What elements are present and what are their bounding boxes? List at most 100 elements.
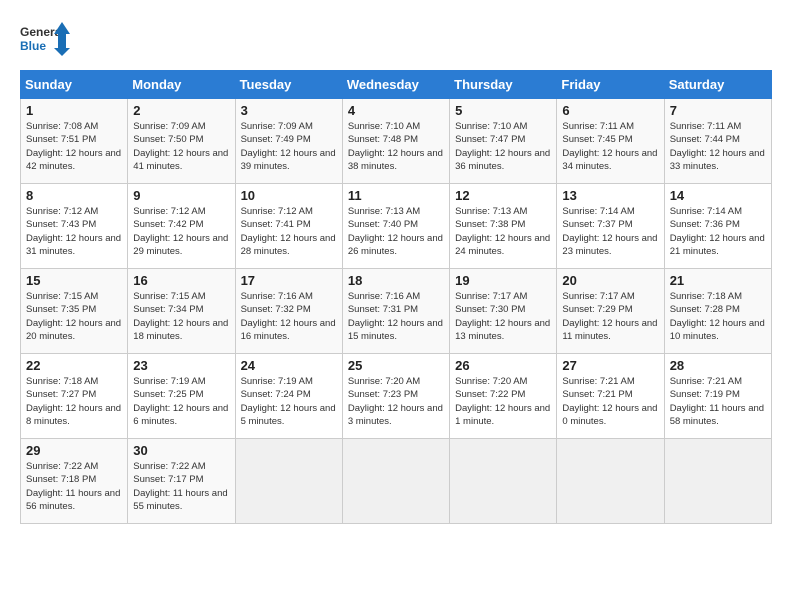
day-info: Sunrise: 7:22 AMSunset: 7:17 PMDaylight:… [133, 461, 227, 512]
day-cell: 2 Sunrise: 7:09 AMSunset: 7:50 PMDayligh… [128, 99, 235, 184]
day-info: Sunrise: 7:22 AMSunset: 7:18 PMDaylight:… [26, 461, 120, 512]
day-info: Sunrise: 7:14 AMSunset: 7:36 PMDaylight:… [670, 206, 765, 257]
day-cell: 6 Sunrise: 7:11 AMSunset: 7:45 PMDayligh… [557, 99, 664, 184]
day-number: 26 [455, 358, 551, 373]
day-cell: 17 Sunrise: 7:16 AMSunset: 7:32 PMDaylig… [235, 269, 342, 354]
day-info: Sunrise: 7:11 AMSunset: 7:44 PMDaylight:… [670, 121, 765, 172]
day-info: Sunrise: 7:19 AMSunset: 7:24 PMDaylight:… [241, 376, 336, 427]
day-cell: 3 Sunrise: 7:09 AMSunset: 7:49 PMDayligh… [235, 99, 342, 184]
day-cell: 11 Sunrise: 7:13 AMSunset: 7:40 PMDaylig… [342, 184, 449, 269]
day-info: Sunrise: 7:21 AMSunset: 7:19 PMDaylight:… [670, 376, 764, 427]
day-number: 5 [455, 103, 551, 118]
col-header-saturday: Saturday [664, 71, 771, 99]
day-number: 14 [670, 188, 766, 203]
week-row-5: 29 Sunrise: 7:22 AMSunset: 7:18 PMDaylig… [21, 439, 772, 524]
day-number: 23 [133, 358, 229, 373]
day-number: 20 [562, 273, 658, 288]
col-header-friday: Friday [557, 71, 664, 99]
day-number: 24 [241, 358, 337, 373]
day-cell: 5 Sunrise: 7:10 AMSunset: 7:47 PMDayligh… [450, 99, 557, 184]
day-cell: 29 Sunrise: 7:22 AMSunset: 7:18 PMDaylig… [21, 439, 128, 524]
day-number: 8 [26, 188, 122, 203]
day-cell: 23 Sunrise: 7:19 AMSunset: 7:25 PMDaylig… [128, 354, 235, 439]
day-number: 25 [348, 358, 444, 373]
col-header-tuesday: Tuesday [235, 71, 342, 99]
day-number: 6 [562, 103, 658, 118]
day-cell: 15 Sunrise: 7:15 AMSunset: 7:35 PMDaylig… [21, 269, 128, 354]
day-cell: 7 Sunrise: 7:11 AMSunset: 7:44 PMDayligh… [664, 99, 771, 184]
day-cell: 19 Sunrise: 7:17 AMSunset: 7:30 PMDaylig… [450, 269, 557, 354]
day-info: Sunrise: 7:15 AMSunset: 7:35 PMDaylight:… [26, 291, 121, 342]
day-info: Sunrise: 7:16 AMSunset: 7:31 PMDaylight:… [348, 291, 443, 342]
day-info: Sunrise: 7:11 AMSunset: 7:45 PMDaylight:… [562, 121, 657, 172]
logo: General Blue [20, 20, 70, 60]
day-number: 10 [241, 188, 337, 203]
day-info: Sunrise: 7:14 AMSunset: 7:37 PMDaylight:… [562, 206, 657, 257]
day-number: 27 [562, 358, 658, 373]
day-number: 4 [348, 103, 444, 118]
week-row-2: 8 Sunrise: 7:12 AMSunset: 7:43 PMDayligh… [21, 184, 772, 269]
day-cell [342, 439, 449, 524]
day-cell: 10 Sunrise: 7:12 AMSunset: 7:41 PMDaylig… [235, 184, 342, 269]
svg-text:Blue: Blue [20, 39, 46, 53]
day-info: Sunrise: 7:12 AMSunset: 7:41 PMDaylight:… [241, 206, 336, 257]
day-cell [664, 439, 771, 524]
day-number: 21 [670, 273, 766, 288]
day-cell: 21 Sunrise: 7:18 AMSunset: 7:28 PMDaylig… [664, 269, 771, 354]
day-number: 1 [26, 103, 122, 118]
day-cell: 16 Sunrise: 7:15 AMSunset: 7:34 PMDaylig… [128, 269, 235, 354]
day-cell: 28 Sunrise: 7:21 AMSunset: 7:19 PMDaylig… [664, 354, 771, 439]
day-info: Sunrise: 7:21 AMSunset: 7:21 PMDaylight:… [562, 376, 657, 427]
day-info: Sunrise: 7:17 AMSunset: 7:29 PMDaylight:… [562, 291, 657, 342]
day-info: Sunrise: 7:10 AMSunset: 7:47 PMDaylight:… [455, 121, 550, 172]
day-cell: 9 Sunrise: 7:12 AMSunset: 7:42 PMDayligh… [128, 184, 235, 269]
logo-svg: General Blue [20, 20, 70, 60]
col-header-wednesday: Wednesday [342, 71, 449, 99]
day-number: 7 [670, 103, 766, 118]
day-number: 11 [348, 188, 444, 203]
day-cell [235, 439, 342, 524]
day-cell: 14 Sunrise: 7:14 AMSunset: 7:36 PMDaylig… [664, 184, 771, 269]
day-info: Sunrise: 7:18 AMSunset: 7:28 PMDaylight:… [670, 291, 765, 342]
day-cell: 12 Sunrise: 7:13 AMSunset: 7:38 PMDaylig… [450, 184, 557, 269]
day-number: 3 [241, 103, 337, 118]
day-cell: 26 Sunrise: 7:20 AMSunset: 7:22 PMDaylig… [450, 354, 557, 439]
day-number: 12 [455, 188, 551, 203]
day-info: Sunrise: 7:20 AMSunset: 7:22 PMDaylight:… [455, 376, 550, 427]
col-header-sunday: Sunday [21, 71, 128, 99]
day-number: 19 [455, 273, 551, 288]
day-info: Sunrise: 7:10 AMSunset: 7:48 PMDaylight:… [348, 121, 443, 172]
day-info: Sunrise: 7:18 AMSunset: 7:27 PMDaylight:… [26, 376, 121, 427]
header-row: SundayMondayTuesdayWednesdayThursdayFrid… [21, 71, 772, 99]
day-cell: 25 Sunrise: 7:20 AMSunset: 7:23 PMDaylig… [342, 354, 449, 439]
week-row-3: 15 Sunrise: 7:15 AMSunset: 7:35 PMDaylig… [21, 269, 772, 354]
day-number: 30 [133, 443, 229, 458]
day-info: Sunrise: 7:16 AMSunset: 7:32 PMDaylight:… [241, 291, 336, 342]
day-info: Sunrise: 7:19 AMSunset: 7:25 PMDaylight:… [133, 376, 228, 427]
col-header-thursday: Thursday [450, 71, 557, 99]
day-info: Sunrise: 7:09 AMSunset: 7:50 PMDaylight:… [133, 121, 228, 172]
col-header-monday: Monday [128, 71, 235, 99]
day-number: 28 [670, 358, 766, 373]
day-info: Sunrise: 7:13 AMSunset: 7:38 PMDaylight:… [455, 206, 550, 257]
day-info: Sunrise: 7:13 AMSunset: 7:40 PMDaylight:… [348, 206, 443, 257]
day-cell: 8 Sunrise: 7:12 AMSunset: 7:43 PMDayligh… [21, 184, 128, 269]
day-cell: 20 Sunrise: 7:17 AMSunset: 7:29 PMDaylig… [557, 269, 664, 354]
day-cell: 1 Sunrise: 7:08 AMSunset: 7:51 PMDayligh… [21, 99, 128, 184]
day-info: Sunrise: 7:09 AMSunset: 7:49 PMDaylight:… [241, 121, 336, 172]
day-number: 29 [26, 443, 122, 458]
week-row-1: 1 Sunrise: 7:08 AMSunset: 7:51 PMDayligh… [21, 99, 772, 184]
day-info: Sunrise: 7:17 AMSunset: 7:30 PMDaylight:… [455, 291, 550, 342]
day-cell: 22 Sunrise: 7:18 AMSunset: 7:27 PMDaylig… [21, 354, 128, 439]
day-number: 9 [133, 188, 229, 203]
week-row-4: 22 Sunrise: 7:18 AMSunset: 7:27 PMDaylig… [21, 354, 772, 439]
day-number: 18 [348, 273, 444, 288]
day-cell: 30 Sunrise: 7:22 AMSunset: 7:17 PMDaylig… [128, 439, 235, 524]
day-info: Sunrise: 7:20 AMSunset: 7:23 PMDaylight:… [348, 376, 443, 427]
day-number: 15 [26, 273, 122, 288]
day-cell: 18 Sunrise: 7:16 AMSunset: 7:31 PMDaylig… [342, 269, 449, 354]
day-cell: 13 Sunrise: 7:14 AMSunset: 7:37 PMDaylig… [557, 184, 664, 269]
day-cell: 24 Sunrise: 7:19 AMSunset: 7:24 PMDaylig… [235, 354, 342, 439]
day-info: Sunrise: 7:15 AMSunset: 7:34 PMDaylight:… [133, 291, 228, 342]
day-number: 2 [133, 103, 229, 118]
